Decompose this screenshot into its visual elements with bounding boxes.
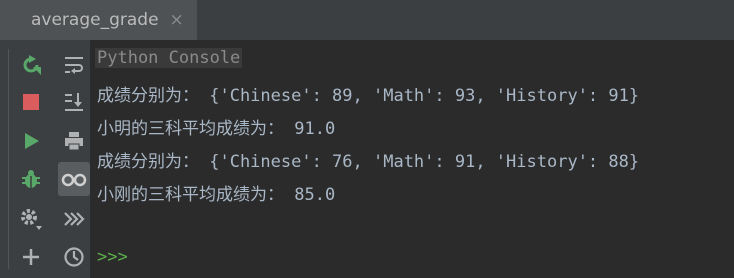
debug-icon[interactable] <box>18 166 44 192</box>
console-line: 小刚的三科平均成绩为： 85.0 <box>97 185 336 205</box>
tab-title: average_grade <box>31 10 159 30</box>
toolbar-divider <box>8 49 9 269</box>
tab-close-icon[interactable]: × <box>170 10 184 30</box>
python-console-output[interactable]: Python Console 成绩分别为： {'Chinese': 89, 'M… <box>90 40 734 278</box>
editor-tab-bar: average_grade × <box>0 0 734 40</box>
fast-forward-icon[interactable] <box>61 206 87 232</box>
tab-average-grade[interactable]: average_grade × <box>0 0 197 40</box>
glasses-icon[interactable] <box>61 166 87 192</box>
console-prompt[interactable]: >>> <box>97 247 128 267</box>
console-line: 小明的三科平均成绩为： 91.0 <box>97 119 336 139</box>
soft-wrap-icon[interactable] <box>61 52 87 78</box>
run-icon[interactable] <box>18 128 44 154</box>
print-icon[interactable] <box>61 128 87 154</box>
rerun-icon[interactable] <box>18 52 44 78</box>
stop-icon[interactable] <box>18 89 44 115</box>
history-icon[interactable] <box>61 244 87 270</box>
scroll-to-end-icon[interactable] <box>61 89 87 115</box>
add-icon[interactable] <box>18 244 44 270</box>
settings-icon[interactable] <box>18 206 44 232</box>
console-line: 成绩分别为： {'Chinese': 76, 'Math': 91, 'Hist… <box>97 152 640 172</box>
console-line: 成绩分别为： {'Chinese': 89, 'Math': 93, 'Hist… <box>97 86 640 106</box>
console-header: Python Console <box>95 48 243 68</box>
